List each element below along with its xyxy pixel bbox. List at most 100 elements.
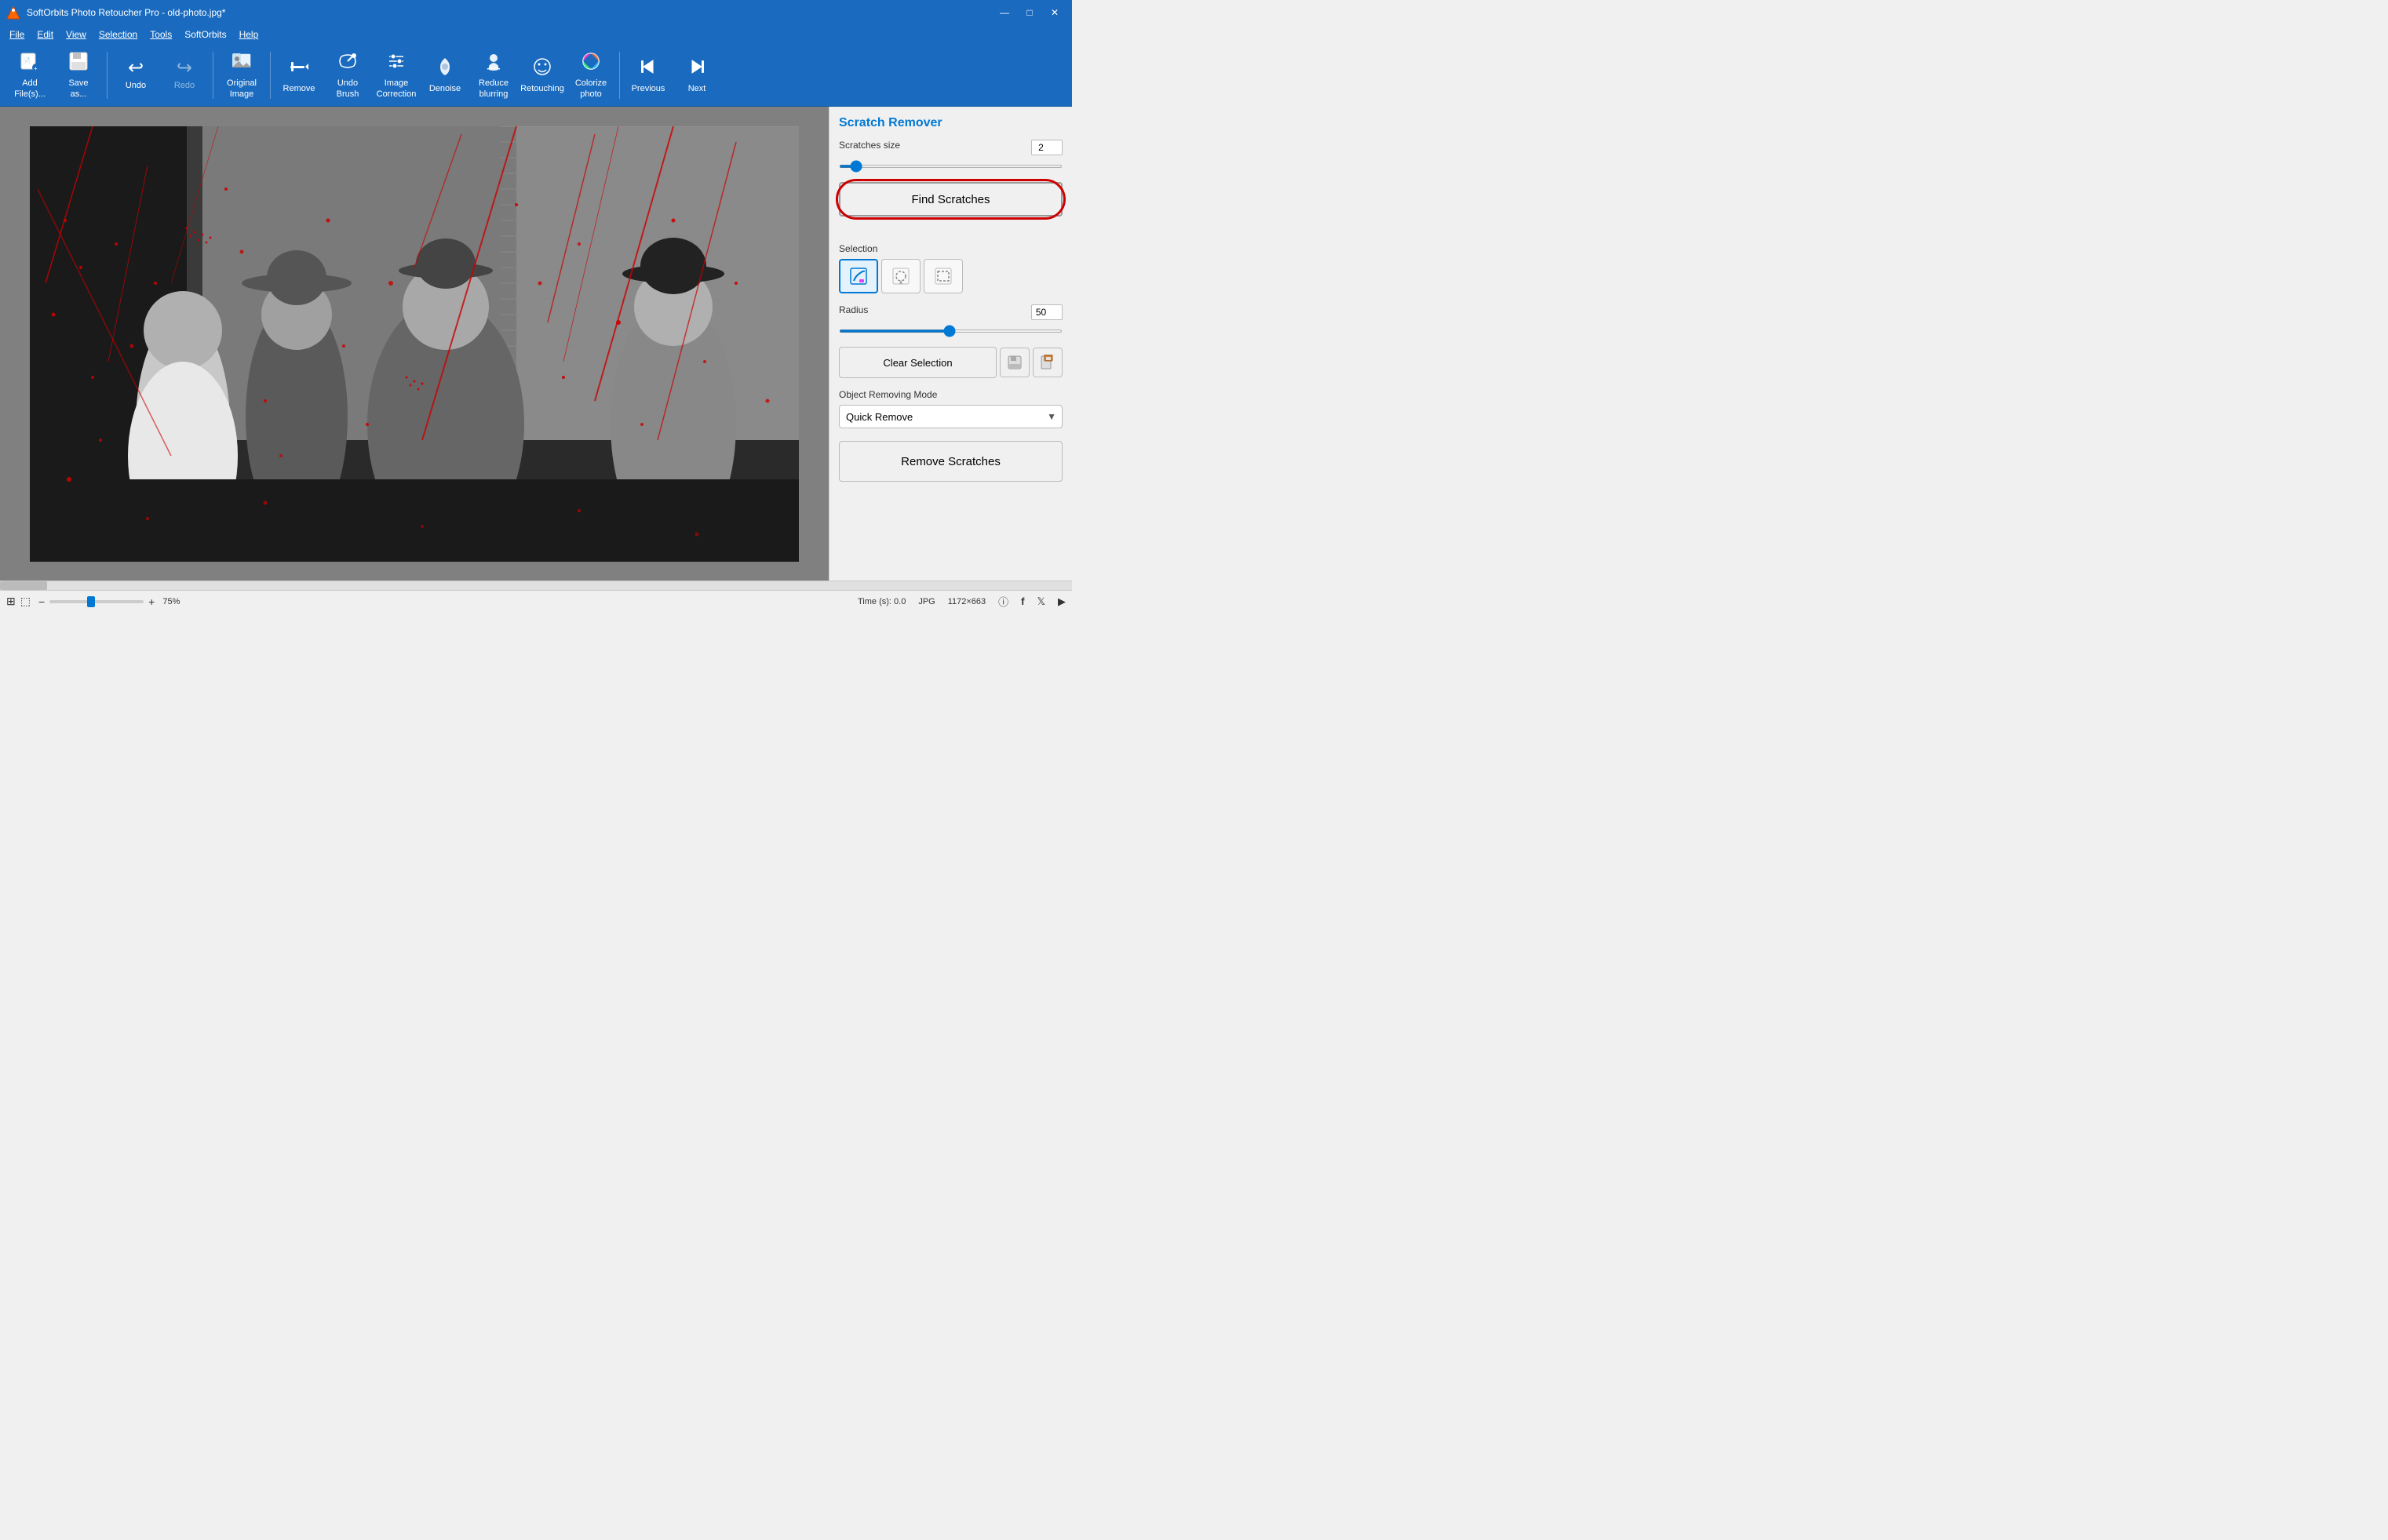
zoom-slider[interactable]: [49, 600, 144, 603]
status-right: Time (s): 0.0 JPG 1172×663 ⓘ f 𝕏 ▶: [858, 594, 1066, 609]
zoom-plus-icon[interactable]: +: [148, 595, 155, 608]
toolbar-divider-4: [619, 52, 620, 99]
resize-icon[interactable]: ⬚: [20, 595, 31, 608]
right-panel: Scratch Remover Scratches size Find Scra…: [829, 107, 1072, 581]
next-label: Next: [688, 84, 706, 94]
add-files-button[interactable]: 📄 + AddFile(s)...: [6, 48, 53, 103]
menu-file[interactable]: File: [3, 27, 31, 42]
facebook-icon[interactable]: f: [1021, 595, 1024, 607]
colorize-photo-label: Colorizephoto: [575, 78, 607, 99]
brush-selection-button[interactable]: [839, 259, 878, 293]
object-removing-mode-label: Object Removing Mode: [839, 389, 1063, 400]
menu-tools[interactable]: Tools: [144, 27, 178, 42]
svg-text:+: +: [34, 65, 38, 72]
colorize-photo-button[interactable]: Colorizephoto: [567, 48, 614, 103]
save-as-icon: [67, 50, 89, 75]
redo-label: Redo: [174, 81, 195, 91]
previous-button[interactable]: Previous: [625, 48, 672, 103]
image-correction-label: ImageCorrection: [377, 78, 417, 99]
remove-scratches-button[interactable]: Remove Scratches: [839, 441, 1063, 482]
menu-view[interactable]: View: [60, 27, 93, 42]
mode-select[interactable]: Quick Remove Content-Aware Fill Inpainti…: [839, 405, 1063, 428]
scratches-size-label: Scratches size: [839, 140, 900, 151]
menu-help[interactable]: Help: [233, 27, 265, 42]
menu-softorbits[interactable]: SoftOrbits: [178, 27, 232, 42]
scratches-size-input[interactable]: [1031, 140, 1063, 155]
remove-label: Remove: [283, 84, 315, 94]
toolbar-divider-1: [107, 52, 108, 99]
youtube-icon[interactable]: ▶: [1058, 595, 1066, 608]
svg-text:📄: 📄: [23, 56, 31, 64]
radius-slider[interactable]: [839, 329, 1063, 333]
photo-container: [0, 107, 829, 581]
toolbar: 📄 + AddFile(s)... Saveas... ↩ Undo ↪ Red…: [0, 44, 1072, 107]
undo-label: Undo: [126, 81, 146, 91]
maximize-button[interactable]: □: [1019, 5, 1041, 20]
zoom-minus-icon[interactable]: −: [38, 595, 45, 608]
time-display: Time (s): 0.0: [858, 597, 906, 606]
retouching-label: Retouching: [520, 84, 564, 94]
photo-display: [30, 126, 799, 562]
status-left: ⊞ ⬚ − + 75%: [6, 595, 851, 608]
original-image-icon: [231, 50, 253, 75]
add-files-label: AddFile(s)...: [14, 78, 46, 99]
clear-selection-button[interactable]: Clear Selection: [839, 347, 997, 378]
selection-buttons: [839, 259, 1063, 293]
app-icon: [6, 5, 20, 20]
title-bar: SoftOrbits Photo Retoucher Pro - old-pho…: [0, 0, 1072, 25]
rect-selection-button[interactable]: [924, 259, 963, 293]
twitter-icon[interactable]: 𝕏: [1037, 595, 1045, 608]
close-button[interactable]: ✕: [1044, 5, 1066, 20]
previous-label: Previous: [632, 84, 665, 94]
minimize-button[interactable]: —: [993, 5, 1015, 20]
save-as-button[interactable]: Saveas...: [55, 48, 102, 103]
redo-icon: ↪: [177, 59, 192, 78]
remove-icon: [288, 56, 310, 81]
scratches-size-section: Scratches size: [839, 140, 1063, 171]
undo-icon: ↩: [128, 59, 144, 78]
find-scratches-container: Find Scratches: [839, 182, 1063, 228]
reduce-blurring-icon: [483, 50, 505, 75]
denoise-label: Denoise: [429, 84, 461, 94]
status-bar: ⊞ ⬚ − + 75% Time (s): 0.0 JPG 1172×663 ⓘ…: [0, 590, 1072, 612]
scratches-size-slider[interactable]: [839, 165, 1063, 168]
zoom-level: 75%: [162, 597, 180, 606]
add-files-icon: 📄 +: [19, 50, 41, 75]
crop-icon[interactable]: ⊞: [6, 595, 16, 608]
lasso-selection-button[interactable]: [881, 259, 921, 293]
panel-title: Scratch Remover: [839, 116, 1063, 130]
save-as-label: Saveas...: [68, 78, 88, 99]
mode-select-wrapper: Quick Remove Content-Aware Fill Inpainti…: [839, 405, 1063, 428]
radius-label: Radius: [839, 304, 868, 315]
object-removing-mode-section: Object Removing Mode Quick Remove Conten…: [839, 389, 1063, 428]
find-scratches-button[interactable]: Find Scratches: [839, 182, 1063, 217]
save-selection-button[interactable]: [1000, 348, 1030, 377]
reduce-blurring-label: Reduceblurring: [479, 78, 509, 99]
horizontal-scrollbar[interactable]: [0, 581, 1072, 590]
next-button[interactable]: Next: [673, 48, 720, 103]
next-icon: [686, 56, 708, 81]
redo-button[interactable]: ↪ Redo: [161, 48, 208, 103]
horizontal-scroll-thumb[interactable]: [0, 581, 47, 590]
original-image-label: OriginalImage: [227, 78, 257, 99]
radius-input[interactable]: [1031, 304, 1063, 320]
undo-button[interactable]: ↩ Undo: [112, 48, 159, 103]
original-image-button[interactable]: OriginalImage: [218, 48, 265, 103]
image-correction-button[interactable]: ImageCorrection: [373, 48, 420, 103]
retouching-button[interactable]: Retouching: [519, 48, 566, 103]
selection-label: Selection: [839, 243, 1063, 254]
load-selection-button[interactable]: [1033, 348, 1063, 377]
window-controls: — □ ✕: [993, 5, 1066, 20]
menu-edit[interactable]: Edit: [31, 27, 60, 42]
image-dimensions: 1172×663: [948, 597, 986, 606]
selection-section: Selection: [839, 243, 1063, 293]
menu-selection[interactable]: Selection: [93, 27, 144, 42]
canvas-area[interactable]: [0, 107, 829, 581]
undo-brush-label: UndoBrush: [337, 78, 359, 99]
previous-icon: [637, 56, 659, 81]
undo-brush-button[interactable]: UndoBrush: [324, 48, 371, 103]
info-icon[interactable]: ⓘ: [998, 594, 1008, 609]
remove-button[interactable]: Remove: [275, 48, 323, 103]
reduce-blurring-button[interactable]: Reduceblurring: [470, 48, 517, 103]
denoise-button[interactable]: Denoise: [421, 48, 468, 103]
